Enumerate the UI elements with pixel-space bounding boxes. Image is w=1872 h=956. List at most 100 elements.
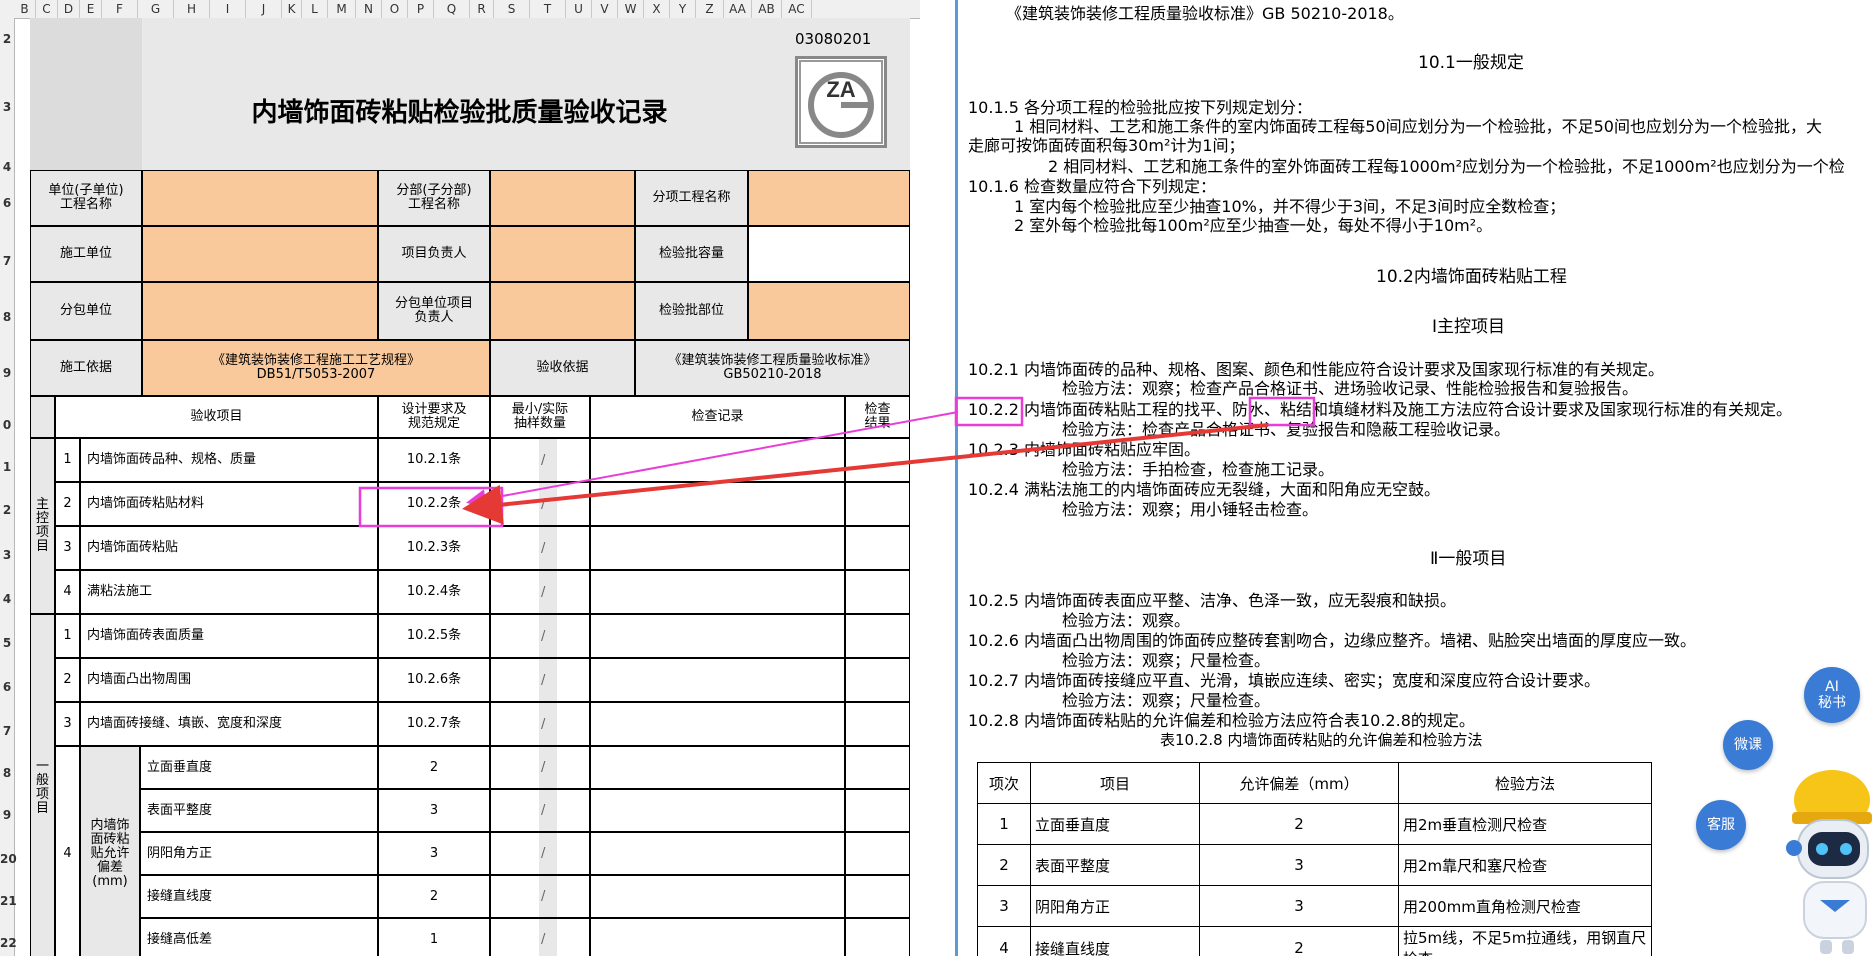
robot-mascot-icon[interactable] [1780,760,1872,956]
inspection-record[interactable] [590,482,845,526]
input-subcontractor[interactable] [142,282,378,340]
row-header[interactable]: 9 [0,366,14,380]
customer-service-button[interactable]: 客服 [1696,800,1746,850]
inspection-record[interactable] [590,658,845,702]
inspection-record[interactable] [590,438,845,482]
column-header[interactable]: N [356,0,382,18]
sample-count[interactable]: / [490,702,590,746]
input-batch-location[interactable] [748,282,910,340]
inspection-record[interactable] [590,832,845,875]
column-header[interactable]: O [382,0,408,18]
inspection-result[interactable] [845,789,910,832]
input-sub-project[interactable] [490,170,635,226]
inspection-record[interactable] [590,746,845,789]
input-unit-project[interactable] [142,170,378,226]
inspection-result[interactable] [845,614,910,658]
sample-count[interactable]: / [490,918,590,956]
column-header[interactable]: I [210,0,246,18]
sample-count[interactable]: / [490,614,590,658]
inspection-result[interactable] [845,658,910,702]
row-header[interactable]: 21 [0,894,17,908]
column-header[interactable]: B [14,0,36,18]
column-header[interactable]: T [530,0,566,18]
sample-count[interactable]: / [490,438,590,482]
sample-count[interactable]: / [490,482,590,526]
column-header[interactable]: J [246,0,282,18]
row-header[interactable]: 2 [0,32,14,46]
column-header[interactable]: W [618,0,644,18]
column-header[interactable]: AB [752,0,782,18]
input-item-project[interactable] [748,170,910,226]
column-header[interactable]: G [138,0,174,18]
row-header[interactable]: 5 [0,636,14,650]
sample-count[interactable]: / [490,789,590,832]
sample-count[interactable]: / [490,746,590,789]
column-header[interactable]: Y [670,0,696,18]
row-header[interactable]: 4 [0,160,14,174]
ai-assistant-button[interactable]: AI 秘书 [1804,667,1860,723]
acceptance-basis-value[interactable]: 《建筑装饰装修工程质量验收标准》 GB50210-2018 [635,340,910,396]
inspection-result[interactable] [845,570,910,614]
column-header[interactable]: R [470,0,494,18]
inspection-result[interactable] [845,702,910,746]
inspection-result[interactable] [845,526,910,570]
sample-count[interactable]: / [490,832,590,875]
inspection-record[interactable] [590,918,845,956]
sample-count[interactable]: / [490,570,590,614]
micro-lesson-button[interactable]: 微课 [1723,720,1773,770]
sample-count[interactable]: / [490,658,590,702]
sample-count[interactable]: / [490,526,590,570]
column-header[interactable]: AA [724,0,752,18]
column-header[interactable]: AC [782,0,812,18]
inspection-result[interactable] [845,438,910,482]
row-header[interactable]: 0 [0,418,14,432]
inspection-record[interactable] [590,789,845,832]
row-header[interactable]: 2 [0,503,14,517]
inspection-result[interactable] [845,918,910,956]
column-header[interactable]: V [592,0,618,18]
column-header[interactable]: X [644,0,670,18]
column-header[interactable]: S [494,0,530,18]
input-project-manager[interactable] [490,226,635,282]
row-header[interactable]: 9 [0,808,14,822]
construction-basis-value[interactable]: 《建筑装饰装修工程施工工艺规程》 DB51/T5053-2007 [142,340,490,396]
row-header[interactable]: 8 [0,310,14,324]
inspection-result[interactable] [845,875,910,918]
column-header[interactable]: P [408,0,434,18]
column-header[interactable]: Z [696,0,724,18]
row-header[interactable]: 8 [0,766,14,780]
pane-divider[interactable] [955,0,958,956]
input-sub-manager[interactable] [490,282,635,340]
inspection-record[interactable] [590,526,845,570]
column-header[interactable]: D [58,0,80,18]
row-header[interactable]: 4 [0,592,14,606]
row-header[interactable]: 22 [0,936,17,950]
column-header[interactable]: C [36,0,58,18]
column-header[interactable]: K [282,0,302,18]
inspection-result[interactable] [845,746,910,789]
inspection-record[interactable] [590,702,845,746]
spreadsheet[interactable]: B C D E F G H I J K L M N O P Q R S T U V W X Y Z AA AB AC 2 3 4 6 7 8 9 0… [0,0,920,956]
inspection-result[interactable] [845,832,910,875]
inspection-record[interactable] [590,570,845,614]
column-header[interactable]: Q [434,0,470,18]
column-header[interactable]: H [174,0,210,18]
sample-count[interactable]: / [490,875,590,918]
column-header[interactable]: F [102,0,138,18]
column-header[interactable]: L [302,0,328,18]
row-header[interactable]: 3 [0,100,14,114]
input-constructor[interactable] [142,226,378,282]
column-header[interactable]: U [566,0,592,18]
row-header[interactable]: 20 [0,852,17,866]
row-header[interactable]: 6 [0,196,14,210]
column-header[interactable]: M [328,0,356,18]
input-batch-capacity[interactable] [748,226,910,282]
row-header[interactable]: 6 [0,680,14,694]
inspection-record[interactable] [590,875,845,918]
row-header[interactable]: 7 [0,724,14,738]
row-header[interactable]: 3 [0,548,14,562]
row-header[interactable]: 7 [0,254,14,268]
inspection-result[interactable] [845,482,910,526]
column-header[interactable]: E [80,0,102,18]
row-header[interactable]: 1 [0,460,14,474]
